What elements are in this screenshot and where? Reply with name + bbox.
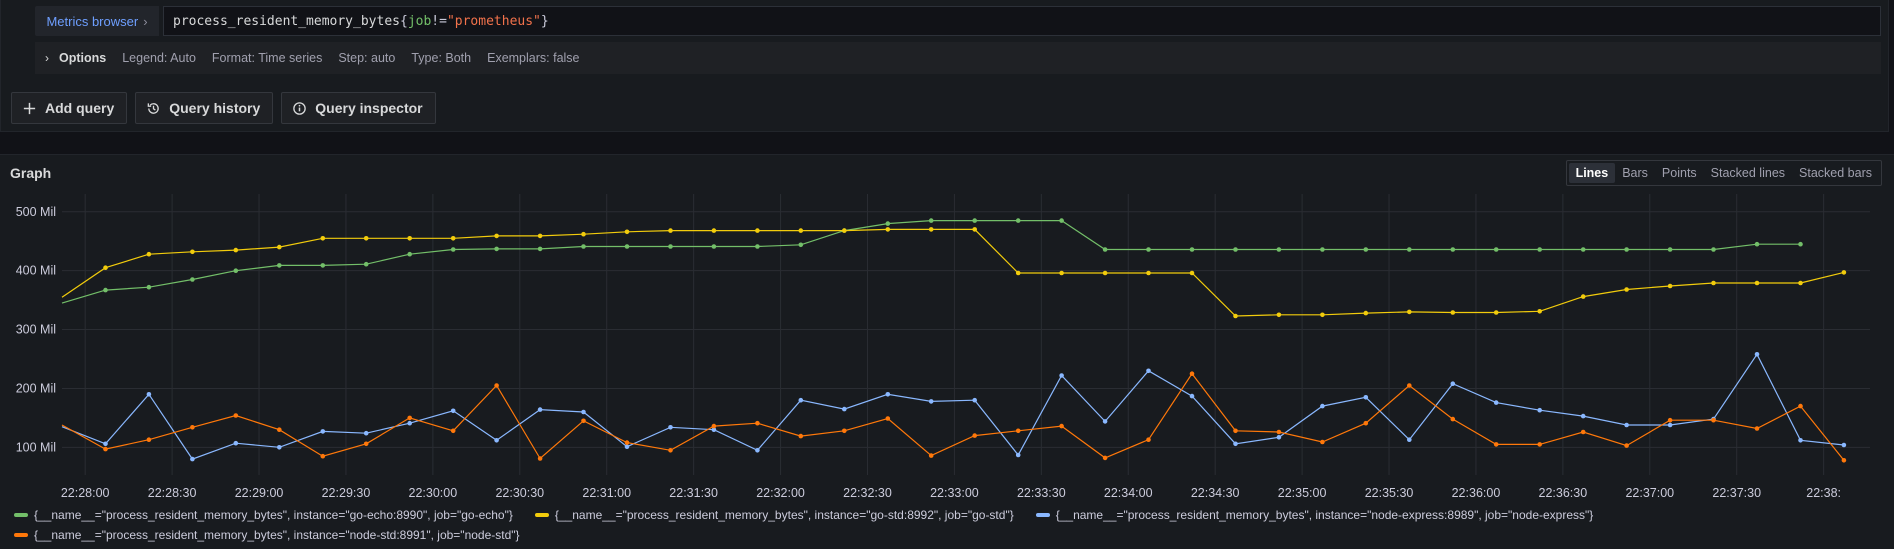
option-exemplars: Exemplars: false	[487, 51, 580, 65]
info-circle-icon	[293, 101, 307, 115]
legend-label: {__name__="process_resident_memory_bytes…	[1055, 508, 1594, 522]
legend-swatch	[1035, 513, 1050, 517]
legend-item[interactable]: {__name__="process_resident_memory_bytes…	[534, 508, 1014, 522]
graph-title: Graph	[10, 165, 52, 181]
expr-operator: !=	[431, 13, 447, 29]
chevron-right-icon: ›	[143, 13, 148, 29]
expr-brace-open: {	[399, 13, 408, 29]
option-legend: Legend: Auto	[122, 51, 196, 65]
query-row: Metrics browser › process_resident_memor…	[35, 6, 1881, 36]
legend-label: {__name__="process_resident_memory_bytes…	[554, 508, 1014, 522]
query-actions: Add query Query history Query inspector	[11, 92, 436, 124]
legend-swatch	[14, 533, 28, 537]
metrics-browser-label: Metrics browser	[46, 13, 139, 29]
plus-icon	[23, 102, 36, 114]
chart-legend: {__name__="process_resident_memory_bytes…	[14, 505, 1593, 545]
option-type: Type: Both	[411, 51, 472, 65]
legend-swatch	[534, 513, 549, 517]
view-option-stacked-lines[interactable]: Stacked lines	[1704, 163, 1792, 183]
view-option-points[interactable]: Points	[1655, 163, 1704, 183]
legend-label: {__name__="process_resident_memory_bytes…	[34, 528, 520, 542]
expr-metric: process_resident_memory_bytes	[173, 13, 400, 29]
legend-row: {__name__="process_resident_memory_bytes…	[14, 525, 1593, 545]
query-options-bar[interactable]: › Options Legend: Auto Format: Time seri…	[35, 42, 1881, 74]
options-title[interactable]: Options	[59, 51, 106, 65]
metrics-browser-button[interactable]: Metrics browser ›	[35, 6, 159, 36]
graph-view-toggle: Lines Bars Points Stacked lines Stacked …	[1565, 160, 1882, 186]
legend-label: {__name__="process_resident_memory_bytes…	[34, 508, 513, 522]
add-query-button[interactable]: Add query	[11, 92, 128, 124]
option-format: Format: Time series	[211, 51, 323, 65]
expr-brace-close: }	[540, 13, 549, 29]
query-inspector-button[interactable]: Query inspector	[281, 92, 436, 124]
view-option-bars[interactable]: Bars	[1615, 163, 1655, 183]
legend-item[interactable]: {__name__="process_resident_memory_bytes…	[14, 508, 513, 522]
legend-item[interactable]: {__name__="process_resident_memory_bytes…	[14, 528, 520, 542]
expr-label: job	[407, 13, 432, 29]
legend-swatch	[14, 513, 28, 517]
option-step: Step: auto	[338, 51, 396, 65]
graph-panel: Graph Lines Bars Points Stacked lines St…	[0, 154, 1894, 549]
legend-item[interactable]: {__name__="process_resident_memory_bytes…	[1035, 508, 1594, 522]
query-expression-input[interactable]: process_resident_memory_bytes{job != "prom…	[163, 6, 1881, 36]
chevron-right-icon[interactable]: ›	[45, 51, 49, 65]
query-history-button[interactable]: Query history	[135, 92, 274, 124]
query-history-label: Query history	[169, 100, 261, 116]
legend-row: {__name__="process_resident_memory_bytes…	[14, 505, 1593, 525]
view-option-stacked-bars[interactable]: Stacked bars	[1792, 163, 1879, 183]
view-option-lines[interactable]: Lines	[1568, 163, 1616, 183]
expr-value: "prometheus"	[446, 13, 541, 29]
add-query-label: Add query	[45, 100, 115, 116]
history-icon	[147, 102, 160, 114]
query-editor-panel: Metrics browser › process_resident_memor…	[0, 0, 1889, 132]
query-inspector-label: Query inspector	[315, 100, 423, 116]
